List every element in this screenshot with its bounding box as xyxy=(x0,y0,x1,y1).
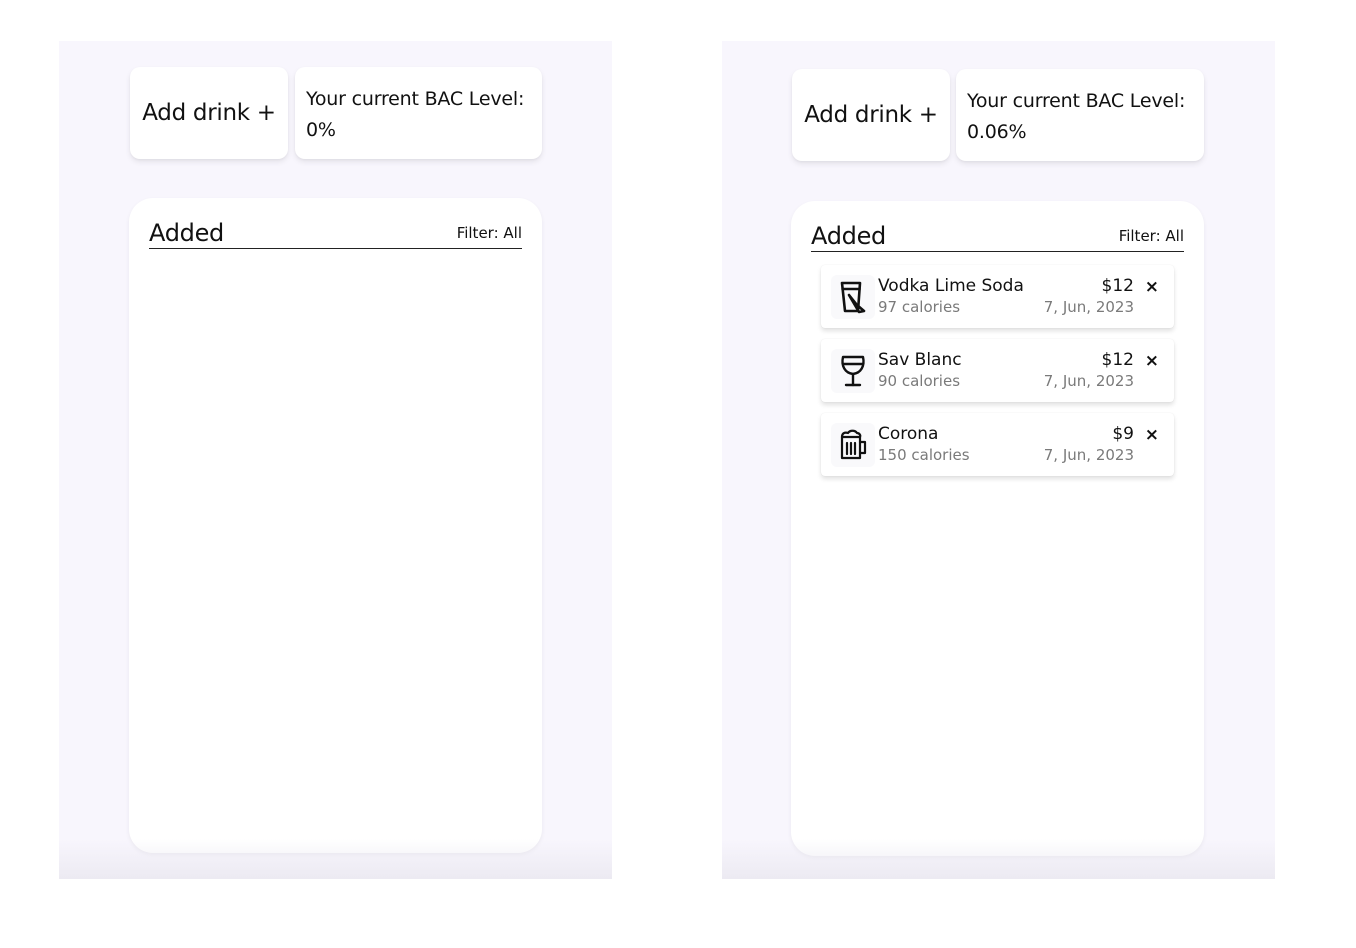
added-list-title: Added xyxy=(149,219,224,247)
bac-level-card: Your current BAC Level: 0% xyxy=(295,67,542,159)
filter-dropdown[interactable]: Filter: All xyxy=(457,224,522,242)
added-drinks-card: Added Filter: All Vodka Lime Soda 97 cal… xyxy=(791,201,1204,856)
bac-level-value: 0.06% xyxy=(967,121,1027,143)
added-drinks-card: Added Filter: All xyxy=(129,198,542,853)
drink-date: 7, Jun, 2023 xyxy=(1043,446,1134,464)
drink-name: Vodka Lime Soda xyxy=(878,276,1024,296)
drink-calories: 150 calories xyxy=(878,446,970,464)
added-list-header: Added Filter: All xyxy=(149,218,522,249)
screen-with-drinks: Add drink + Your current BAC Level: 0.06… xyxy=(722,41,1275,879)
remove-drink-button[interactable]: × xyxy=(1145,277,1159,297)
remove-drink-button[interactable]: × xyxy=(1145,425,1159,445)
drink-list: Vodka Lime Soda 97 calories $12 7, Jun, … xyxy=(821,265,1174,476)
beer-mug-icon xyxy=(831,423,875,467)
drink-price: $12 xyxy=(1101,350,1134,370)
remove-drink-button[interactable]: × xyxy=(1145,351,1159,371)
drink-name: Corona xyxy=(878,424,939,444)
add-drink-button[interactable]: Add drink + xyxy=(792,69,950,161)
drink-price: $9 xyxy=(1112,424,1134,444)
drink-calories: 90 calories xyxy=(878,372,961,390)
drink-calories: 97 calories xyxy=(878,298,961,316)
added-list-title: Added xyxy=(811,222,886,250)
drink-item[interactable]: Corona 150 calories $9 7, Jun, 2023 × xyxy=(821,413,1174,476)
add-drink-button[interactable]: Add drink + xyxy=(130,67,288,159)
added-list-header: Added Filter: All xyxy=(811,221,1184,252)
cocktail-glass-icon xyxy=(831,275,875,319)
drink-date: 7, Jun, 2023 xyxy=(1043,298,1134,316)
drink-item[interactable]: Vodka Lime Soda 97 calories $12 7, Jun, … xyxy=(821,265,1174,328)
bac-level-value: 0% xyxy=(306,119,336,141)
drink-item[interactable]: Sav Blanc 90 calories $12 7, Jun, 2023 × xyxy=(821,339,1174,402)
drink-date: 7, Jun, 2023 xyxy=(1043,372,1134,390)
wine-glass-icon xyxy=(831,349,875,393)
bac-level-card: Your current BAC Level: 0.06% xyxy=(956,69,1204,161)
filter-dropdown[interactable]: Filter: All xyxy=(1119,227,1184,245)
drink-name: Sav Blanc xyxy=(878,350,962,370)
bac-level-label: Your current BAC Level: xyxy=(967,90,1186,112)
bac-level-label: Your current BAC Level: xyxy=(306,88,525,110)
screen-empty: Add drink + Your current BAC Level: 0% A… xyxy=(59,41,612,879)
drink-price: $12 xyxy=(1101,276,1134,296)
